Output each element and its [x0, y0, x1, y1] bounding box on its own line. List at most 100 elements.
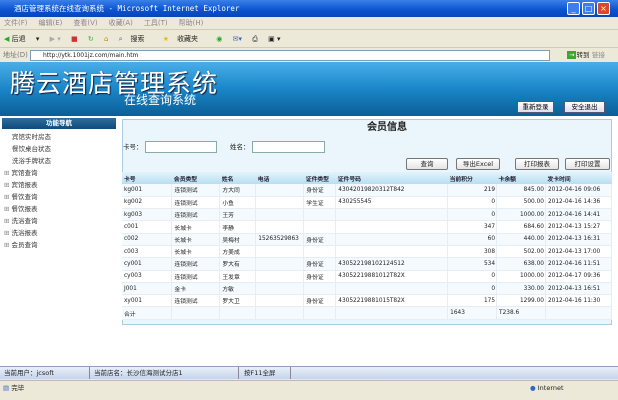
table-cell: 502.00 — [496, 245, 546, 259]
sidebar-item[interactable]: ⊞ 宾馆查询 — [4, 168, 38, 179]
menu-view[interactable]: 查看(V) — [73, 19, 97, 27]
table-cell — [255, 282, 305, 296]
menu-file[interactable]: 文件(F) — [4, 19, 28, 27]
card-input[interactable] — [145, 141, 217, 153]
table-cell: kg001 — [122, 184, 173, 197]
table-cell: 0 — [447, 208, 498, 222]
forward-button[interactable]: ▶ ▾ — [50, 35, 61, 43]
go-button[interactable]: → 转到 — [567, 50, 589, 61]
menu-tools[interactable]: 工具(T) — [144, 19, 168, 27]
minimize-button[interactable]: _ — [567, 2, 580, 15]
expand-icon[interactable]: ⊞ — [4, 217, 12, 225]
column-header[interactable]: 证件号码 — [335, 172, 448, 184]
globe-icon: ● — [530, 384, 536, 392]
maximize-button[interactable]: □ — [582, 2, 595, 15]
sidebar-item[interactable]: ⊞ 宾馆报表 — [4, 180, 38, 191]
browser-status-bar: ▤ 完毕 ● Internet — [0, 380, 618, 395]
table-row: c001 长城卡 李静 347 684.60 2012-04-13 15:27 — [122, 220, 613, 234]
address-input[interactable]: http://ytk.1001jz.com/main.htm — [30, 50, 550, 61]
table-cell: 2012-04-17 09:36 — [545, 270, 613, 283]
links-button[interactable]: 链接 — [592, 50, 605, 61]
expand-icon[interactable]: ⊞ — [4, 205, 12, 213]
table-cell: kg003 — [122, 208, 173, 222]
column-header[interactable]: 证件类型 — [303, 172, 336, 184]
expand-icon[interactable]: ⊞ — [4, 241, 12, 249]
favorites-button[interactable]: ★ 收藏夹 — [163, 35, 206, 43]
sidebar-item[interactable]: 餐饮桌台状态 — [12, 144, 51, 155]
table-cell — [335, 220, 449, 234]
stop-icon[interactable]: ■ — [71, 35, 78, 43]
sidebar-item[interactable]: ⊞ 餐饮报表 — [4, 204, 38, 215]
sidebar-item[interactable]: ⊞ 餐饮查询 — [4, 192, 38, 203]
history-icon[interactable]: ◉ — [216, 35, 222, 43]
table-cell: 500.00 — [496, 196, 546, 210]
table-cell: xy001 — [122, 294, 173, 308]
table-cell: 2012-04-13 17:00 — [545, 245, 613, 259]
table-cell: 2012-04-13 15:27 — [545, 220, 613, 234]
column-header[interactable]: 姓名 — [219, 172, 256, 184]
refresh-icon[interactable]: ↻ — [88, 35, 94, 43]
table-row: xy001 连锁测试 罗大卫 身份证 43052219881015T82X 175 1299… — [122, 294, 613, 308]
table-cell: c001 — [122, 220, 173, 234]
window-title: 酒店管理系统在线查询系统 - Microsoft Internet Explor… — [14, 4, 240, 13]
table-cell: 440.00 — [496, 233, 546, 246]
table-cell: 43052219881012T82X — [335, 270, 449, 283]
table-cell: 430522198102124512 — [335, 257, 449, 271]
logout-button[interactable]: 安全退出 — [564, 101, 605, 113]
table-cell: 308 — [447, 245, 498, 259]
sidebar-item[interactable]: ⊞ 洗浴查询 — [4, 216, 38, 227]
status-done: 完毕 — [11, 384, 25, 392]
menu-favorites[interactable]: 收藏(A) — [109, 19, 133, 27]
expand-icon[interactable]: ⊞ — [4, 193, 12, 201]
close-button[interactable]: × — [597, 2, 610, 15]
table-row: kg002 连锁测试 小鱼 学生证 430255545 0 500.00 2012-04-16… — [122, 196, 613, 210]
relogin-button[interactable]: 重新登录 — [517, 101, 554, 113]
table-cell: 2012-04-16 11:51 — [545, 257, 613, 271]
sidebar-item[interactable]: 宾馆实时房态 — [12, 132, 51, 143]
table-cell: 李静 — [219, 220, 257, 234]
print-icon[interactable]: ⎙ — [252, 35, 258, 43]
table-cell: 2012-04-13 16:31 — [545, 233, 613, 246]
toolbar: ◀ 后退 ▾ ▶ ▾ ■ ↻ ⌂ ⌕ 搜索 ★ 收藏夹 ◉ ✉▾ ⎙ ▣ ▾ — [0, 30, 618, 48]
menu-edit[interactable]: 编辑(E) — [39, 19, 63, 27]
back-button[interactable]: ◀ 后退 ▾ — [4, 35, 39, 43]
name-input[interactable] — [252, 141, 325, 153]
table-cell — [255, 306, 305, 320]
table-cell: 43042019820312T842 — [335, 184, 449, 197]
print-setup-button[interactable]: 打印设置 — [565, 158, 610, 170]
expand-icon[interactable]: ⊞ — [4, 181, 12, 189]
table-cell: 2012-04-16 09:06 — [545, 184, 613, 197]
table-header: 卡号 会员类型 姓名 电话 证件类型 证件号码 当前积分 卡余额 发卡时间 — [122, 172, 612, 184]
search-button[interactable]: ⌕ 搜索 — [119, 35, 153, 43]
export-excel-button[interactable]: 导出Excel — [456, 158, 500, 170]
sidebar-item[interactable]: ⊞ 会员查询 — [4, 240, 38, 251]
sidebar-item[interactable]: ⊞ 洗浴报表 — [4, 228, 38, 239]
column-header[interactable]: 卡号 — [122, 172, 172, 184]
expand-icon[interactable]: ⊞ — [4, 169, 12, 177]
print-report-button[interactable]: 打印报表 — [515, 158, 559, 170]
menu-help[interactable]: 帮助(H) — [179, 19, 204, 27]
expand-icon[interactable]: ⊞ — [4, 229, 12, 237]
table-cell — [255, 196, 305, 210]
sidebar-item[interactable]: 洗浴手牌状态 — [12, 156, 51, 167]
column-header[interactable]: 卡余额 — [496, 172, 546, 184]
column-header[interactable]: 电话 — [255, 172, 304, 184]
page-icon: ▤ — [3, 384, 10, 392]
edit-icon[interactable]: ▣ ▾ — [268, 35, 280, 43]
name-label: 姓名： — [230, 143, 250, 151]
table-cell — [335, 282, 449, 296]
table-cell: 身份证 — [303, 294, 337, 308]
column-header[interactable]: 会员类型 — [171, 172, 220, 184]
column-header[interactable]: 发卡时间 — [545, 172, 612, 184]
mail-icon[interactable]: ✉▾ — [233, 35, 242, 43]
table-cell: 吴梅村 — [219, 233, 257, 246]
table-cell: 连锁测试 — [171, 257, 221, 271]
table-cell — [303, 282, 337, 296]
home-icon[interactable]: ⌂ — [104, 35, 108, 43]
column-header[interactable]: 当前积分 — [447, 172, 497, 184]
table-cell: 1000.00 — [496, 270, 546, 283]
back-icon: ◀ — [4, 35, 10, 43]
query-button[interactable]: 查询 — [406, 158, 448, 170]
table-cell: 1000.00 — [496, 208, 546, 222]
table-cell — [335, 233, 449, 246]
